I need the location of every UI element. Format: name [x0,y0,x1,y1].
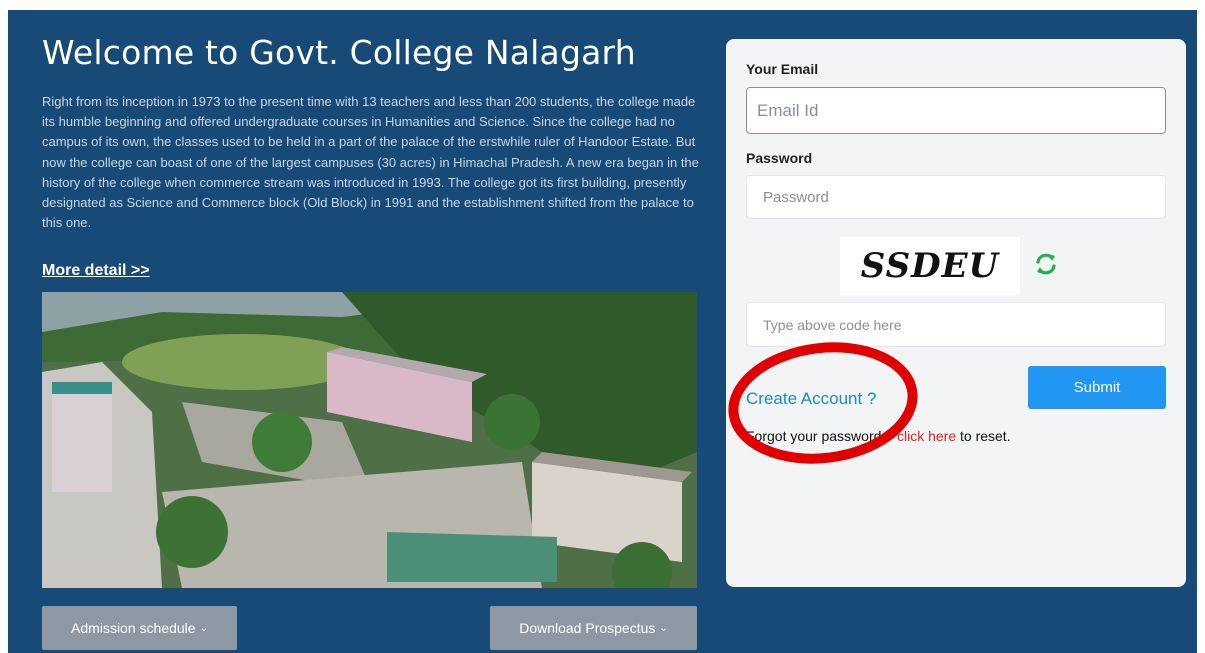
email-input[interactable] [746,87,1166,134]
submit-button[interactable]: Submit [1028,366,1166,409]
captcha-image: SSDEU [840,237,1020,295]
campus-photo [42,292,697,588]
captcha-code-input[interactable] [746,302,1166,347]
download-prospectus-label: Download Prospectus [519,620,656,636]
password-input[interactable] [746,175,1166,219]
download-prospectus-button[interactable]: Download Prospectus ⌄ [490,606,697,650]
forgot-password-text: Forgot your password ? click here to res… [746,428,1011,444]
forgot-prefix: Forgot your password ? [746,428,897,444]
refresh-icon[interactable] [1033,251,1059,277]
chevron-down-icon: ⌄ [199,622,208,634]
forgot-suffix: to reset. [956,428,1011,444]
admission-schedule-label: Admission schedule [71,620,196,636]
password-label: Password [746,150,813,166]
page-title: Welcome to Govt. College Nalagarh [42,33,636,72]
chevron-down-icon: ⌄ [659,622,668,634]
reset-password-link[interactable]: click here [897,428,956,444]
more-detail-link[interactable]: More detail >> [42,262,150,280]
create-account-link[interactable]: Create Account ? [746,389,876,409]
email-label: Your Email [746,61,819,77]
college-intro-text: Right from its inception in 1973 to the … [42,94,699,231]
admission-schedule-button[interactable]: Admission schedule ⌄ [42,606,237,650]
